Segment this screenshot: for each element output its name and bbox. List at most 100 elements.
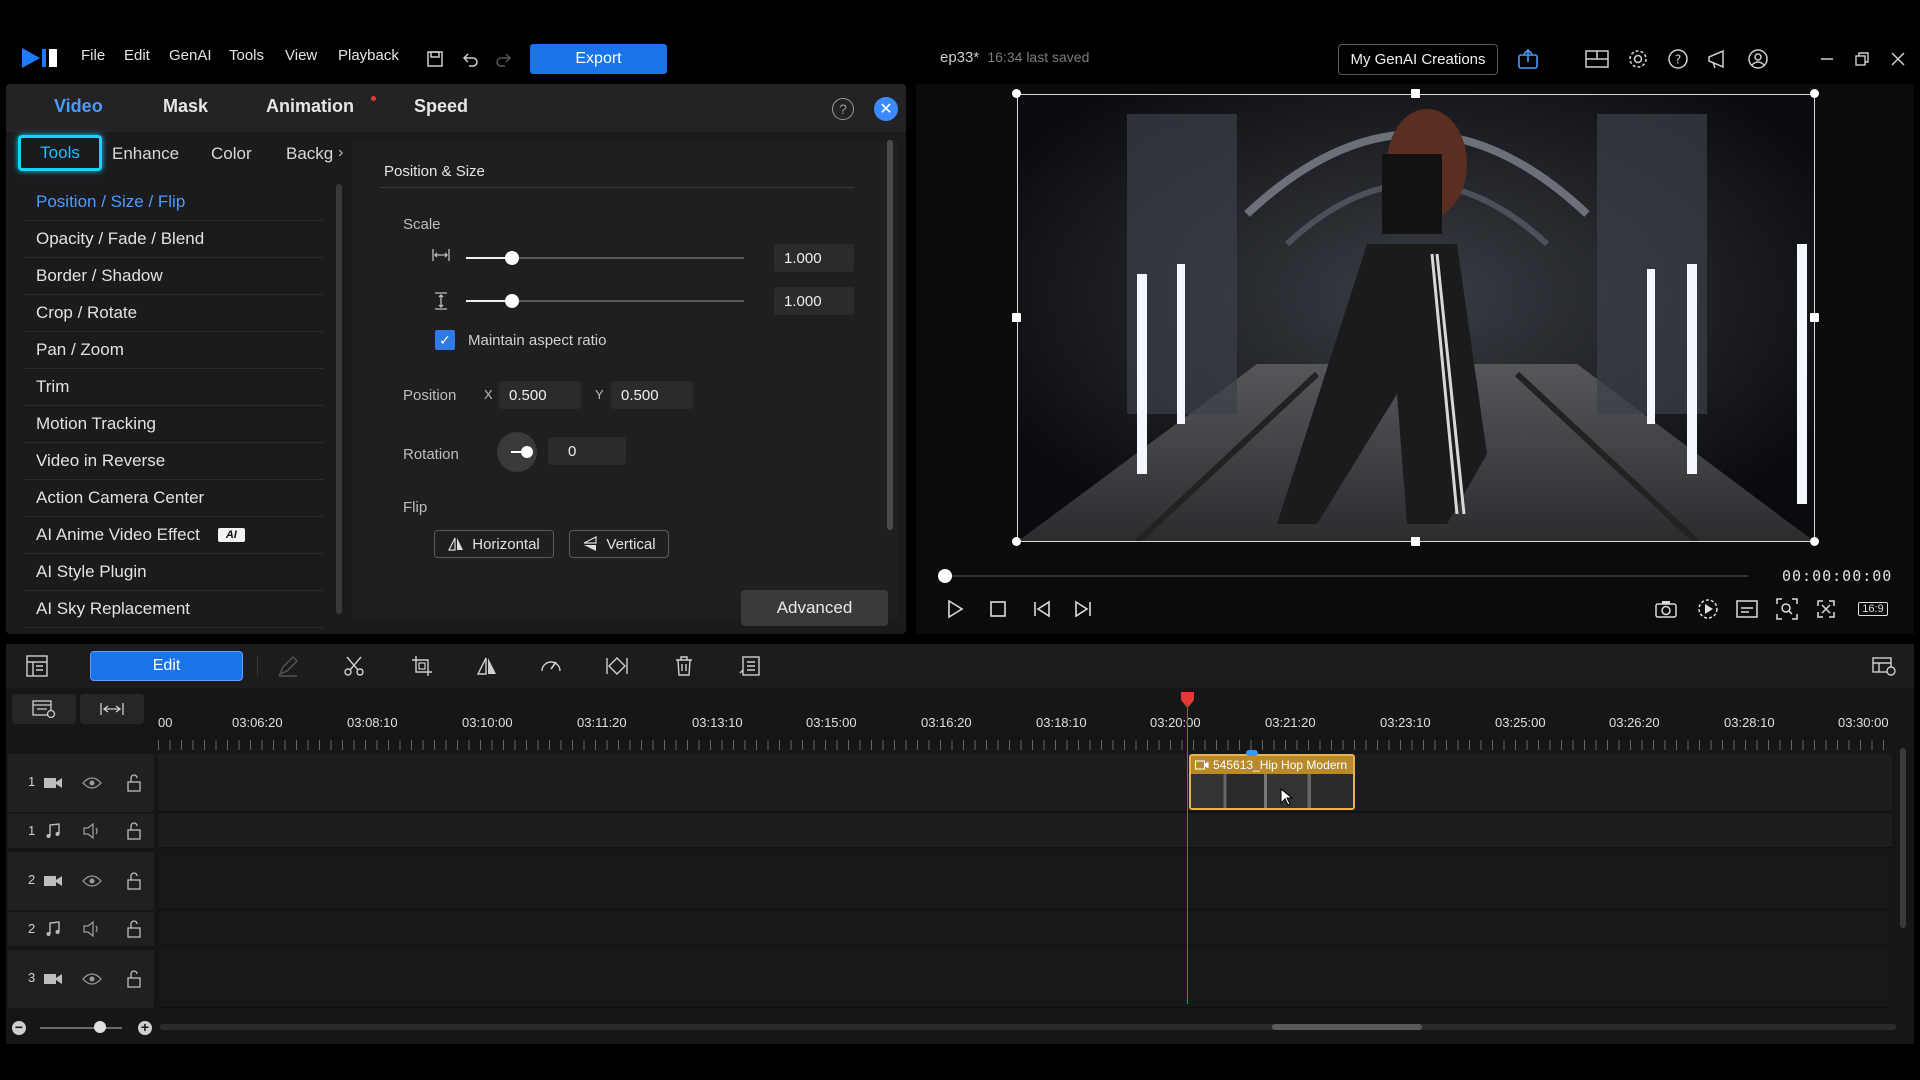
fit-timeline-icon[interactable] xyxy=(80,694,144,724)
timeline-settings-icon[interactable] xyxy=(1869,651,1899,681)
menu-playback[interactable]: Playback xyxy=(338,47,399,64)
tool-crop-rotate[interactable]: Crop / Rotate xyxy=(24,295,324,332)
timeline-zoom-slider[interactable] xyxy=(40,1027,122,1029)
rotation-dial[interactable] xyxy=(497,432,537,472)
resize-handle-left[interactable] xyxy=(1012,313,1021,322)
resize-handle-bottom[interactable] xyxy=(1411,537,1420,546)
save-icon[interactable] xyxy=(420,44,450,74)
track-row-video-3[interactable] xyxy=(158,950,1892,1008)
more-tools-icon[interactable] xyxy=(735,651,765,681)
tool-border-shadow[interactable]: Border / Shadow xyxy=(24,258,324,295)
resize-handle-bottom-right[interactable] xyxy=(1810,537,1819,546)
subtab-scroll-right-icon[interactable]: › xyxy=(338,144,343,162)
track-row-video-2[interactable] xyxy=(158,852,1892,910)
tool-opacity-fade-blend[interactable]: Opacity / Fade / Blend xyxy=(24,221,324,258)
tool-video-in-reverse[interactable]: Video in Reverse xyxy=(24,443,324,480)
subtab-color[interactable]: Color xyxy=(211,144,252,164)
lock-icon[interactable] xyxy=(122,967,146,991)
playhead-marker-icon[interactable] xyxy=(1181,692,1194,708)
tool-ai-style-plugin[interactable]: AI Style Plugin xyxy=(24,554,324,591)
flip-vertical-button[interactable]: Vertical xyxy=(569,530,669,558)
tool-ai-anime-video-effect[interactable]: AI Anime Video Effect AI xyxy=(24,517,324,554)
help-icon[interactable]: ? xyxy=(1663,44,1693,74)
track-row-video-1[interactable] xyxy=(158,754,1892,812)
tool-action-camera-center[interactable]: Action Camera Center xyxy=(24,480,324,517)
export-button[interactable]: Export xyxy=(530,44,667,74)
timeline-zoom-knob[interactable] xyxy=(94,1021,106,1033)
fullscreen-icon[interactable] xyxy=(1811,594,1841,624)
undo-icon[interactable] xyxy=(455,44,485,74)
tool-motion-tracking[interactable]: Motion Tracking xyxy=(24,406,324,443)
menu-tools[interactable]: Tools xyxy=(229,47,264,64)
timeline-horizontal-scrollbar[interactable] xyxy=(160,1024,1896,1030)
track-row-audio-1[interactable] xyxy=(158,814,1892,848)
stop-icon[interactable] xyxy=(983,594,1013,624)
playback-scrubber[interactable] xyxy=(943,575,1748,577)
panel-help-icon[interactable]: ? xyxy=(832,98,854,120)
crop-icon[interactable] xyxy=(407,651,437,681)
playback-scrubber-knob[interactable] xyxy=(938,569,952,583)
tab-mask[interactable]: Mask xyxy=(163,96,208,117)
resize-handle-top-left[interactable] xyxy=(1012,89,1021,98)
subtab-background[interactable]: Backg xyxy=(286,144,333,164)
clip-keyframe-marker[interactable] xyxy=(1246,750,1258,756)
lock-icon[interactable] xyxy=(122,869,146,893)
advanced-button[interactable]: Advanced xyxy=(741,590,888,626)
flip-horizontal-button[interactable]: Horizontal xyxy=(434,530,554,558)
tab-animation[interactable]: Animation xyxy=(266,96,354,117)
visibility-eye-icon[interactable] xyxy=(80,869,104,893)
zoom-out-icon[interactable]: − xyxy=(12,1020,26,1035)
aspect-ratio-button[interactable]: 16:9 xyxy=(1855,594,1891,624)
tab-speed[interactable]: Speed xyxy=(414,96,468,117)
redo-icon[interactable] xyxy=(489,44,519,74)
minimize-icon[interactable] xyxy=(1812,44,1842,74)
maintain-aspect-checkbox[interactable]: ✓ xyxy=(435,330,455,350)
visibility-eye-icon[interactable] xyxy=(80,967,104,991)
speed-gauge-icon[interactable] xyxy=(536,651,566,681)
volume-icon[interactable] xyxy=(80,917,104,941)
tool-ai-sky-replacement[interactable]: AI Sky Replacement xyxy=(24,591,324,628)
zoom-in-icon[interactable]: + xyxy=(138,1020,152,1035)
subtab-tools[interactable]: Tools xyxy=(18,135,102,171)
edit-button[interactable]: Edit xyxy=(90,651,243,681)
tool-trim[interactable]: Trim xyxy=(24,369,324,406)
tool-pan-zoom[interactable]: Pan / Zoom xyxy=(24,332,324,369)
layout-icon[interactable] xyxy=(1582,44,1612,74)
resize-handle-right[interactable] xyxy=(1810,313,1819,322)
menu-file[interactable]: File xyxy=(81,47,105,64)
snapshot-camera-icon[interactable] xyxy=(1651,594,1681,624)
preview-quality-icon[interactable] xyxy=(1693,594,1723,624)
visibility-eye-icon[interactable] xyxy=(80,771,104,795)
volume-icon[interactable] xyxy=(80,819,104,843)
restore-icon[interactable] xyxy=(1847,44,1877,74)
settings-gear-icon[interactable] xyxy=(1623,44,1653,74)
play-icon[interactable] xyxy=(940,594,970,624)
timeline-scroll-thumb[interactable] xyxy=(1272,1024,1422,1030)
upload-icon[interactable] xyxy=(1513,44,1543,74)
subtab-enhance[interactable]: Enhance xyxy=(112,144,179,164)
delete-trash-icon[interactable] xyxy=(669,651,699,681)
resize-handle-top-right[interactable] xyxy=(1810,89,1819,98)
scale-height-slider-knob[interactable] xyxy=(505,294,519,308)
position-x-field[interactable]: 0.500 xyxy=(499,381,581,409)
lock-icon[interactable] xyxy=(122,917,146,941)
next-frame-icon[interactable] xyxy=(1068,594,1098,624)
tab-video[interactable]: Video xyxy=(54,96,103,117)
track-manager-icon[interactable] xyxy=(12,694,76,724)
menu-genai[interactable]: GenAI xyxy=(169,47,212,64)
previous-frame-icon[interactable] xyxy=(1027,594,1057,624)
resize-handle-bottom-left[interactable] xyxy=(1012,537,1021,546)
resize-handle-top[interactable] xyxy=(1411,89,1420,98)
notification-megaphone-icon[interactable] xyxy=(1703,44,1733,74)
scale-height-field[interactable]: 1.000 xyxy=(774,287,854,315)
position-y-field[interactable]: 0.500 xyxy=(611,381,693,409)
menu-edit[interactable]: Edit xyxy=(124,47,150,64)
scale-width-slider-knob[interactable] xyxy=(505,251,519,265)
keyframe-icon[interactable] xyxy=(602,651,632,681)
menu-view[interactable]: View xyxy=(285,47,317,64)
close-window-icon[interactable] xyxy=(1883,44,1913,74)
pen-tool-icon[interactable] xyxy=(273,651,303,681)
ruler-ticks[interactable] xyxy=(158,740,1892,750)
timeline-view-icon[interactable] xyxy=(22,651,52,681)
account-icon[interactable] xyxy=(1743,44,1773,74)
